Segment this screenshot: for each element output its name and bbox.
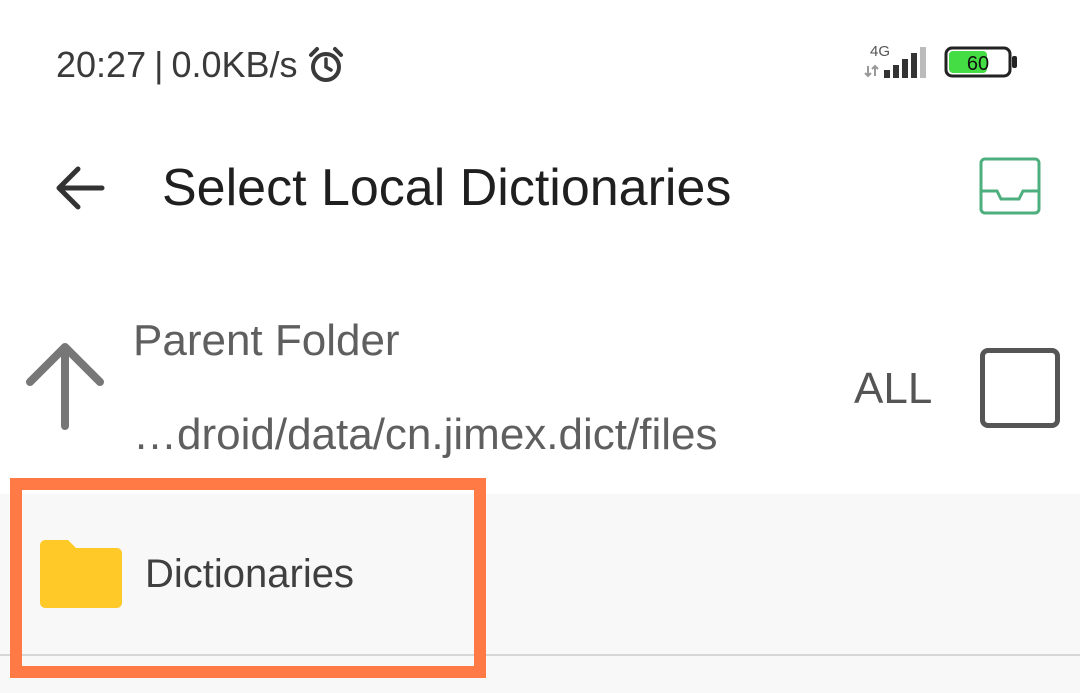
status-time: 20:27 (56, 44, 147, 85)
list-divider (0, 654, 1080, 656)
arrow-left-icon (52, 163, 108, 218)
inbox-tray-icon (977, 155, 1043, 222)
network-type-label: 4G (870, 43, 890, 60)
status-net-speed: 0.0KB/s (171, 44, 298, 85)
list-item-label: Dictionaries (145, 552, 354, 596)
page-title: Select Local Dictionaries (162, 159, 732, 217)
alarm-icon (306, 45, 346, 85)
app-toolbar: Select Local Dictionaries (0, 130, 1080, 250)
current-path: …droid/data/cn.jimex.dict/files (133, 410, 718, 459)
list-item-dictionaries[interactable]: Dictionaries (0, 494, 1080, 654)
back-button[interactable] (40, 152, 120, 228)
list-empty-area (0, 656, 1080, 693)
status-bar: 20:27 | 0.0KB/s 4G 60 (0, 0, 1080, 130)
folder-icon (36, 538, 124, 610)
status-left: 20:27 | 0.0KB/s (56, 40, 346, 90)
parent-folder-row[interactable]: Parent Folder …droid/data/cn.jimex.dict/… (0, 298, 1080, 492)
battery-level: 60 (967, 53, 989, 75)
signal-icon: 4G (862, 42, 936, 82)
inbox-button[interactable] (972, 150, 1048, 226)
screen: 20:27 | 0.0KB/s 4G 60 Select Local Dicti… (0, 0, 1080, 693)
status-separator: | (154, 44, 164, 85)
arrow-up-icon (22, 338, 108, 434)
parent-folder-label: Parent Folder (133, 316, 400, 365)
battery-icon: 60 (944, 46, 1020, 78)
select-all-label: ALL (854, 364, 933, 413)
status-right: 4G 60 (862, 42, 1020, 82)
select-all-checkbox[interactable] (980, 348, 1060, 428)
